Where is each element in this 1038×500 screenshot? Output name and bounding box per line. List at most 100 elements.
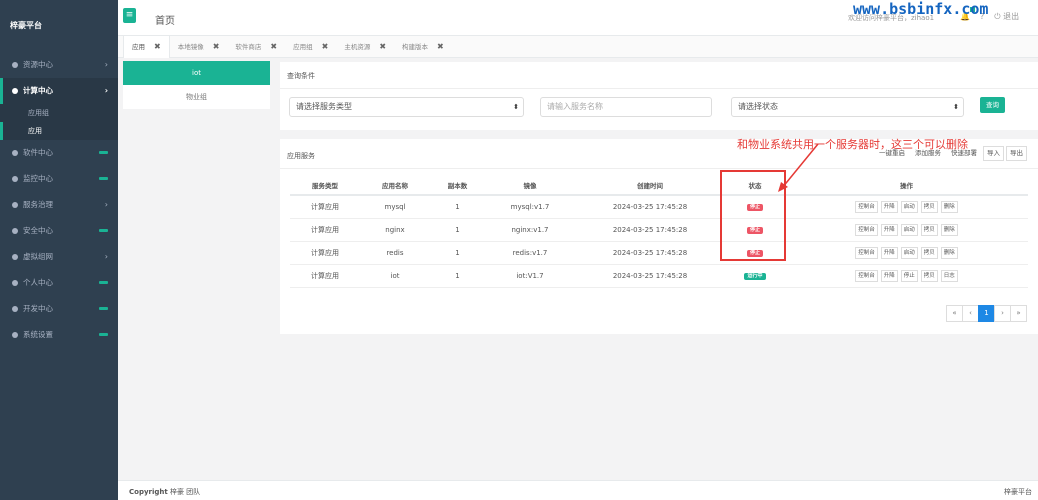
table-row: 计算应用 redis 1 redis:v1.7 2024-03-25 17:45:28 停…	[290, 241, 1028, 265]
table-header-row: 服务类型 应用名称 副本数 镜像 创建时间 状态 操作	[290, 176, 1028, 196]
close-icon[interactable]: ✖	[322, 36, 329, 58]
row-op-button[interactable]: 升降	[880, 269, 898, 282]
row-op-button[interactable]: 停止	[900, 269, 918, 282]
service-name-input[interactable]: 请输入服务名称	[540, 97, 712, 117]
sidebar-item-label: 计算中心	[23, 86, 53, 95]
sidebar-item-label: 虚拟组网	[23, 252, 53, 261]
sidebar-item[interactable]: 软件中心	[0, 140, 118, 166]
sidebar-item[interactable]: 安全中心	[0, 218, 118, 244]
table-body: 计算应用 mysql 1 mysql:v1.7 2024-03-25 17:45:28 停…	[290, 195, 1028, 288]
cell-type: 计算应用	[290, 218, 360, 242]
sidebar-item[interactable]: 监控中心	[0, 166, 118, 192]
bullet-icon	[12, 228, 18, 234]
status-select-value: 请选择状态	[738, 102, 778, 111]
row-operations: 控制台 升降 启动 拷贝 删除	[785, 200, 1028, 213]
power-icon: ⏻	[994, 12, 1001, 21]
row-op-button[interactable]: 删除	[940, 200, 958, 213]
tab-item[interactable]: 应用组 ✖	[285, 36, 336, 58]
page-next-button[interactable]: ›	[994, 305, 1011, 322]
new-badge-icon	[99, 307, 108, 310]
row-op-button[interactable]: 拷贝	[920, 269, 938, 282]
sidebar-subitem[interactable]: 应用组	[0, 104, 118, 122]
row-op-button[interactable]: 删除	[940, 246, 958, 259]
row-op-button[interactable]: 启动	[900, 200, 918, 213]
new-badge-icon	[99, 281, 108, 284]
sidebar-item[interactable]: 服务治理 ›	[0, 192, 118, 218]
sidebar-item[interactable]: 开发中心	[0, 296, 118, 322]
sidebar-nav: 资源中心 › 计算中心 › 应用组 应用 软件中心 监控中心 服务治理 › 安全中心 虚拟组网 › 个人中…	[0, 52, 118, 348]
row-op-button[interactable]: 拷贝	[920, 223, 938, 236]
bullet-icon	[12, 332, 18, 338]
cell-replicas: 1	[430, 264, 485, 288]
tab-item[interactable]: 软件商店 ✖	[227, 36, 285, 58]
chevron-right-icon: ›	[104, 252, 108, 261]
search-button[interactable]: 查询	[980, 97, 1005, 113]
column-header: 应用名称	[360, 176, 430, 196]
close-icon[interactable]: ✖	[379, 36, 386, 58]
status-select[interactable]: 请选择状态 ⬍	[731, 97, 964, 117]
bullet-icon	[12, 280, 18, 286]
sidebar-item-label: 服务治理	[23, 200, 53, 209]
tab-item[interactable]: 主机资源 ✖	[336, 36, 394, 58]
close-icon[interactable]: ✖	[437, 36, 444, 58]
service-type-select[interactable]: 请选择服务类型 ⬍	[289, 97, 524, 117]
logout-link[interactable]: ⏻ 退出	[994, 11, 1019, 22]
tab-label: 应用	[132, 43, 145, 51]
chevron-right-icon: ›	[104, 200, 108, 209]
cell-replicas: 1	[430, 195, 485, 219]
close-icon[interactable]: ✖	[270, 36, 277, 58]
column-header: 镜像	[485, 176, 575, 196]
services-action-button[interactable]: 导出	[1006, 146, 1027, 161]
status-badge: 运行中	[744, 273, 766, 280]
sidebar-item[interactable]: 计算中心 ›	[0, 78, 118, 104]
cell-image: mysql:v1.7	[485, 195, 575, 219]
row-op-button[interactable]: 升降	[880, 223, 898, 236]
page-last-button[interactable]: »	[1010, 305, 1027, 322]
sidebar-item-label: 系统设置	[23, 330, 53, 339]
page-current-button[interactable]: 1	[978, 305, 995, 322]
tab-item[interactable]: 构建版本 ✖	[394, 36, 452, 58]
row-op-button[interactable]: 控制台	[855, 269, 878, 282]
sidebar-item[interactable]: 系统设置	[0, 322, 118, 348]
page-prev-button[interactable]: ‹	[962, 305, 979, 322]
sidebar-item[interactable]: 虚拟组网 ›	[0, 244, 118, 270]
row-op-button[interactable]: 升降	[880, 200, 898, 213]
cell-image: redis:v1.7	[485, 241, 575, 265]
row-operations: 控制台 升降 停止 拷贝 日志	[785, 269, 1028, 282]
group-item[interactable]: iot	[123, 61, 270, 85]
sidebar-subitem[interactable]: 应用	[0, 122, 118, 140]
close-icon[interactable]: ✖	[213, 36, 220, 58]
row-op-button[interactable]: 控制台	[855, 200, 878, 213]
row-op-button[interactable]: 启动	[900, 223, 918, 236]
row-op-button[interactable]: 拷贝	[920, 200, 938, 213]
row-op-button[interactable]: 控制台	[855, 223, 878, 236]
select-caret-icon: ⬍	[953, 103, 959, 111]
tab-label: 本地镜像	[177, 43, 204, 51]
sidebar-item[interactable]: 资源中心 ›	[0, 52, 118, 78]
tab-item[interactable]: 本地镜像 ✖	[170, 36, 228, 58]
cell-status: 运行中	[725, 264, 785, 288]
query-title: 查询条件	[287, 72, 315, 80]
row-op-button[interactable]: 日志	[940, 269, 958, 282]
pagination: « ‹ 1 › »	[946, 305, 1027, 322]
row-op-button[interactable]: 升降	[880, 246, 898, 259]
footer-brand: 梓豪平台	[1004, 488, 1032, 496]
tab-label: 应用组	[293, 43, 313, 51]
sidebar-item[interactable]: 个人中心	[0, 270, 118, 296]
row-op-button[interactable]: 控制台	[855, 246, 878, 259]
row-op-button[interactable]: 拷贝	[920, 246, 938, 259]
table-row: 计算应用 nginx 1 nginx:v1.7 2024-03-25 17:45:28 停…	[290, 218, 1028, 242]
cell-type: 计算应用	[290, 241, 360, 265]
services-action-button[interactable]: 导入	[983, 146, 1004, 161]
page-first-button[interactable]: «	[946, 305, 963, 322]
copyright: Copyright 梓豪 团队	[129, 487, 200, 497]
sidebar: 梓豪平台 资源中心 › 计算中心 › 应用组 应用 软件中心 监控中心 服务治理 › 安全中心 虚拟组…	[0, 0, 118, 500]
close-icon[interactable]: ✖	[154, 36, 161, 58]
row-op-button[interactable]: 删除	[940, 223, 958, 236]
sidebar-item-label: 软件中心	[23, 148, 53, 157]
tab-item[interactable]: 应用 ✖	[123, 36, 170, 58]
menu-toggle-button[interactable]: ≡	[123, 8, 136, 23]
row-op-button[interactable]: 启动	[900, 246, 918, 259]
cell-type: 计算应用	[290, 264, 360, 288]
group-item[interactable]: 物业组	[123, 85, 270, 109]
